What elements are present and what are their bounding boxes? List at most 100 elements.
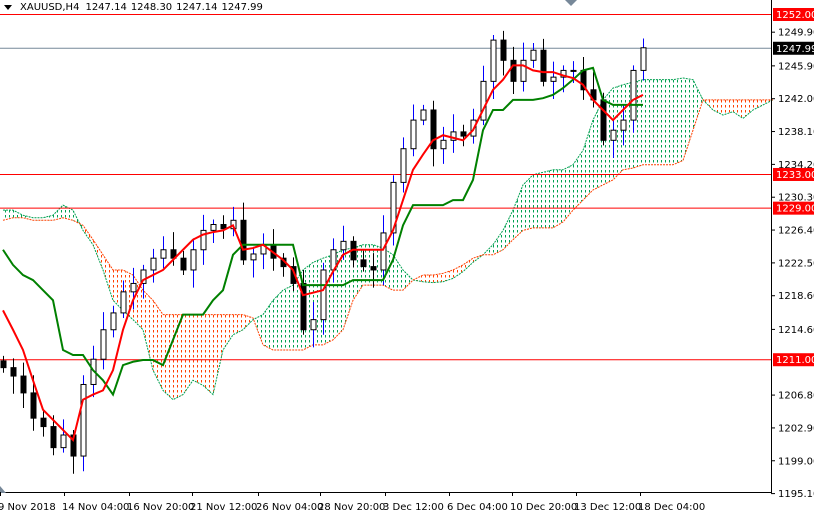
candle-body [10,367,17,377]
cloud-segment [163,314,173,400]
bid-price-label: 1247.99 [776,44,814,55]
y-tick-label: 1238.10 [778,127,814,138]
y-tick-label: 1206.80 [778,391,814,402]
candle-body [540,49,547,82]
x-tick-label: 26 Nov 04:00 [256,502,323,513]
cloud-segment [753,99,763,110]
candle-body [110,312,117,331]
level-price-label: 1252.00 [776,10,814,21]
level-price-label: 1211.00 [776,355,814,366]
y-tick-label: 1222.50 [778,258,814,269]
candle-body [550,76,557,82]
candle-body [420,109,427,121]
cloud-segment [53,205,63,221]
x-tick-label: 10 Dec 20:00 [510,502,577,513]
price-chart[interactable]: 1249.901245.901242.001238.101234.201230.… [0,0,814,514]
y-tick-label: 1199.00 [778,456,814,467]
candle-body [640,47,647,71]
candle-body [610,129,617,141]
candle-body [30,392,37,419]
cloud-segment [673,77,683,165]
y-tick-label: 1218.60 [778,291,814,302]
cloud-segment [423,275,433,283]
dropdown-triangle-icon[interactable] [4,5,12,10]
cloud-segment [653,79,663,165]
candle-body [80,383,87,457]
candle-body [570,69,577,72]
level-price-label: 1233.00 [776,170,814,181]
level-price-label: 1229.00 [776,204,814,215]
y-tick-label: 1226.40 [778,226,814,237]
cloud-segment [583,120,593,201]
candle-body [250,253,257,261]
candle-body [620,119,627,131]
candle-body [130,282,137,293]
cloud-segment [203,314,213,395]
y-tick-label: 1242.00 [778,94,814,105]
candle-body [320,269,327,321]
cloud-segment [553,169,563,228]
candle-body [40,417,47,428]
cloud-segment [233,314,243,335]
y-tick-label: 1202.90 [778,423,814,434]
cloud-segment [503,210,513,250]
candle-body [0,360,7,369]
candle-body [100,329,107,360]
ohlc-open: 1247.14 [85,2,127,13]
x-tick-label: 9 Nov 2018 [0,502,56,513]
cloud-segment [143,290,153,371]
candle-body [120,291,127,314]
cloud-segment [3,210,13,221]
candle-body [340,240,347,251]
chart-shift-marker-icon[interactable] [565,0,577,6]
x-tick-label: 21 Nov 12:00 [190,502,257,513]
candle-body [180,257,187,271]
candle-body [360,259,367,268]
candle-body [380,232,387,271]
x-tick-label: 28 Nov 20:00 [318,502,385,513]
candle-body [20,375,27,394]
x-tick-label: 6 Dec 04:00 [447,502,508,513]
y-tick-label: 1245.90 [778,61,814,72]
candle-body [370,266,377,271]
candle-body [520,59,527,82]
symbol-timeframe: XAUUSD,H4 [20,2,80,13]
cloud-segment [453,264,463,279]
cloud-segment [193,314,203,386]
cloud-segment [243,314,253,330]
candle-body [510,59,517,82]
cloud-segment [223,314,233,350]
chart-scroll-marker-icon[interactable] [0,486,6,493]
candle-body [400,148,407,183]
candle-body [490,39,497,82]
candle-body [600,99,607,141]
candle-body [240,219,247,261]
candle-body [190,249,197,271]
cloud-segment [393,254,403,291]
candle-body [160,249,167,259]
candle-body [500,39,507,61]
candle-body [630,69,637,121]
candle-body [210,224,217,231]
cloud-segment [723,99,733,116]
cloud-segment [543,169,553,228]
chart-header: XAUUSD,H4 1247.14 1248.30 1247.14 1247.9… [4,2,263,13]
cloud-segment [743,99,753,119]
cloud-segment [683,77,693,161]
x-tick-labels: 9 Nov 2018 14 Nov 04:0016 Nov 20:0021 Nov… [0,492,705,513]
candle-body [150,257,157,271]
cloud-segment [643,79,653,165]
candle-body [310,319,317,331]
candle-body [60,434,67,449]
cloud-segment [533,172,543,228]
x-tick-label: 3 Dec 12:00 [383,502,444,513]
cloud-segment [153,300,163,391]
candle-body [530,49,537,61]
cloud-segment [493,230,503,255]
cloud-segment [663,79,673,165]
candle-body [50,426,57,449]
y-tick-label: 1249.90 [778,28,814,39]
y-tick-labels: 1249.901245.901242.001238.101234.201230.… [771,28,814,500]
cloud-segment [403,269,413,291]
candle-body [220,224,227,230]
